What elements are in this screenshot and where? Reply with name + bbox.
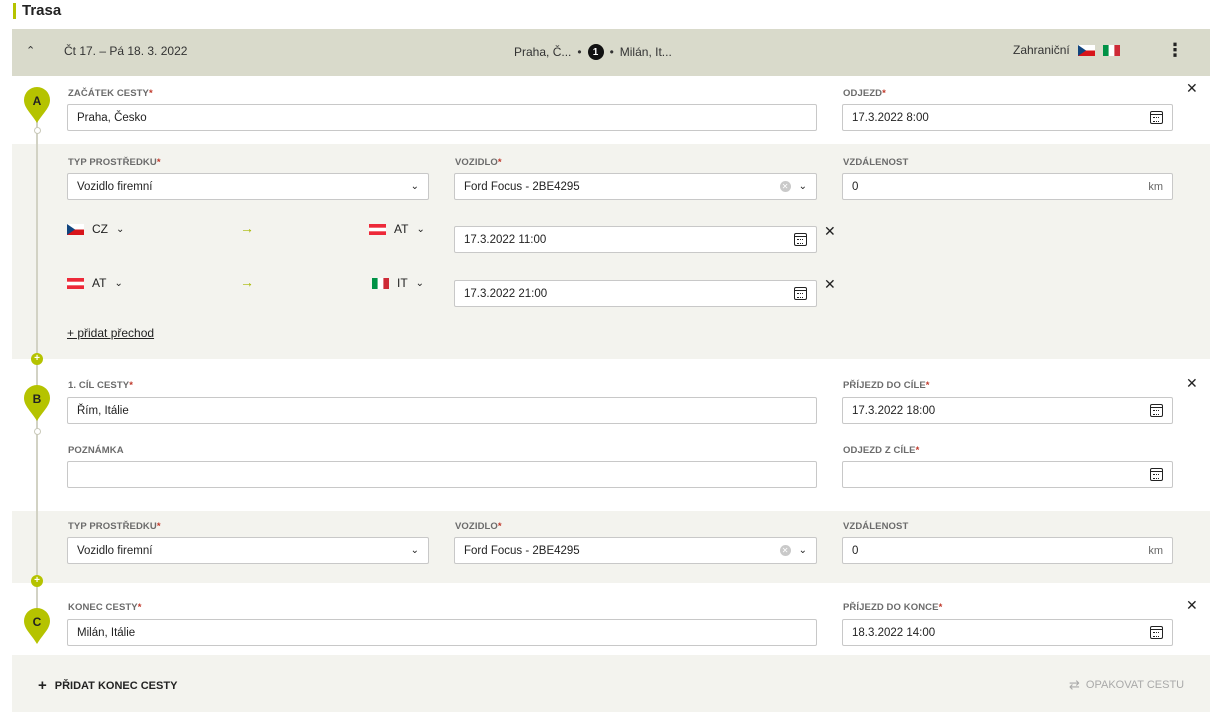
close-icon[interactable]: ✕ (824, 223, 836, 240)
map-pin-icon: B (24, 385, 50, 421)
close-icon[interactable]: ✕ (1186, 80, 1198, 97)
leg2-vehicle-select[interactable]: Ford Focus - 2BE4295 ✕ ⌄ (454, 537, 817, 564)
timeline-line (36, 115, 38, 635)
svg-text:B: B (33, 392, 42, 406)
route-to: Milán, It... (619, 45, 672, 59)
close-icon[interactable]: ✕ (824, 276, 836, 293)
flag-at-icon (67, 277, 84, 289)
route-from: Praha, Č... (514, 45, 572, 59)
repeat-icon: ⇄ (1069, 677, 1080, 692)
destination-arrival-input[interactable]: 17.3.2022 18:00 (842, 397, 1173, 424)
leg2-distance-label: VZDÁLENOST (843, 521, 909, 532)
note-input[interactable] (67, 461, 817, 488)
map-pin-icon: C (24, 608, 50, 644)
flag-at-icon (369, 223, 386, 235)
calendar-icon[interactable] (1150, 626, 1163, 639)
leg1-transport-select[interactable]: Vozidlo firemní ⌄ (67, 173, 429, 200)
crossing2-to-select[interactable]: IT ⌄ (372, 276, 424, 290)
chevron-down-icon: ⌄ (116, 223, 125, 235)
destination-departure-input[interactable] (842, 461, 1173, 488)
leg1-transport-label: TYP PROSTŘEDKU* (68, 157, 161, 168)
crossing2-datetime-input[interactable]: 17.3.2022 21:00 (454, 280, 817, 307)
destination-arrival-label: PŘÍJEZD DO CÍLE* (843, 380, 930, 391)
leg1-distance-label: VZDÁLENOST (843, 157, 909, 168)
start-place-input[interactable]: Praha, Česko (67, 104, 817, 131)
kebab-menu-icon[interactable]: ⋮ (1166, 41, 1184, 59)
leg2-transport-label: TYP PROSTŘEDKU* (68, 521, 161, 532)
trip-route-summary: Praha, Č... • 1 • Milán, It... (514, 44, 672, 60)
plus-icon: + (38, 677, 47, 694)
destination-departure-label: ODJEZD Z CÍLE* (843, 445, 920, 456)
add-end-button[interactable]: + PŘIDAT KONEC CESTY (38, 677, 177, 694)
trip-type: Zahraniční (1013, 43, 1120, 57)
clear-icon[interactable]: ✕ (779, 545, 791, 556)
trip-type-label: Zahraniční (1013, 43, 1070, 57)
repeat-trip-button[interactable]: ⇄ OPAKOVAT CESTU (1069, 677, 1184, 693)
leg2-transport-select[interactable]: Vozidlo firemní ⌄ (67, 537, 429, 564)
note-label: POZNÁMKA (68, 445, 124, 456)
flag-it-icon (372, 277, 389, 289)
calendar-icon[interactable] (1150, 468, 1163, 481)
calendar-icon[interactable] (794, 233, 807, 246)
calendar-icon[interactable] (794, 287, 807, 300)
map-pin-icon: A (24, 87, 50, 123)
chevron-down-icon: ⌄ (798, 181, 807, 192)
leg2-distance-input[interactable]: 0 km (842, 537, 1173, 564)
calendar-icon[interactable] (1150, 404, 1163, 417)
svg-text:C: C (33, 615, 42, 629)
crossing1-datetime-input[interactable]: 17.3.2022 11:00 (454, 226, 817, 253)
chevron-down-icon: ⌄ (416, 223, 425, 235)
flag-cz-icon (67, 223, 84, 235)
footer-bar (12, 655, 1210, 712)
destination-place-input[interactable]: Řím, Itálie (67, 397, 817, 424)
arrow-right-icon: → (240, 274, 254, 290)
chevron-down-icon: ⌄ (410, 181, 419, 192)
chevron-up-icon[interactable]: ⌃ (26, 44, 35, 57)
bullet-icon: • (577, 45, 582, 59)
timeline-dot (34, 127, 41, 134)
chevron-down-icon: ⌄ (114, 277, 123, 289)
route-count-badge: 1 (587, 44, 604, 60)
destination-section (12, 359, 1210, 511)
close-icon[interactable]: ✕ (1186, 597, 1198, 614)
add-stop-plus-icon[interactable]: + (31, 353, 43, 365)
departure-label: ODJEZD* (843, 88, 886, 99)
svg-text:A: A (33, 94, 42, 108)
end-arrival-input[interactable]: 18.3.2022 14:00 (842, 619, 1173, 646)
add-crossing-link[interactable]: + přidat přechod (67, 326, 154, 340)
end-place-label: KONEC CESTY* (68, 602, 142, 613)
leg1-vehicle-select[interactable]: Ford Focus - 2BE4295 ✕ ⌄ (454, 173, 817, 200)
departure-datetime-input[interactable]: 17.3.2022 8:00 (842, 104, 1173, 131)
flag-it-icon (1102, 44, 1120, 56)
end-arrival-label: PŘÍJEZD DO KONCE* (843, 602, 943, 613)
arrow-right-icon: → (240, 220, 254, 236)
add-stop-plus-icon[interactable]: + (31, 575, 43, 587)
crossing2-from-select[interactable]: AT ⌄ (67, 276, 123, 290)
crossing1-from-select[interactable]: CZ ⌄ (67, 222, 124, 236)
chevron-down-icon: ⌄ (415, 277, 425, 289)
trip-dates: Čt 17. – Pá 18. 3. 2022 (64, 44, 188, 58)
leg2-vehicle-label: VOZIDLO* (455, 521, 502, 532)
section-title: Trasa (13, 3, 61, 19)
chevron-down-icon: ⌄ (410, 545, 419, 556)
calendar-icon[interactable] (1150, 111, 1163, 124)
bullet-icon: • (609, 45, 614, 59)
timeline-dot (34, 428, 41, 435)
end-place-input[interactable]: Milán, Itálie (67, 619, 817, 646)
clear-icon[interactable]: ✕ (779, 181, 791, 192)
destination-place-label: 1. CÍL CESTY* (68, 380, 134, 391)
start-place-label: ZAČÁTEK CESTY* (68, 88, 153, 99)
crossing1-to-select[interactable]: AT ⌄ (369, 222, 425, 236)
chevron-down-icon: ⌄ (798, 545, 807, 556)
leg1-distance-input[interactable]: 0 km (842, 173, 1173, 200)
leg1-vehicle-label: VOZIDLO* (455, 157, 502, 168)
close-icon[interactable]: ✕ (1186, 375, 1198, 392)
flag-cz-icon (1077, 44, 1095, 56)
